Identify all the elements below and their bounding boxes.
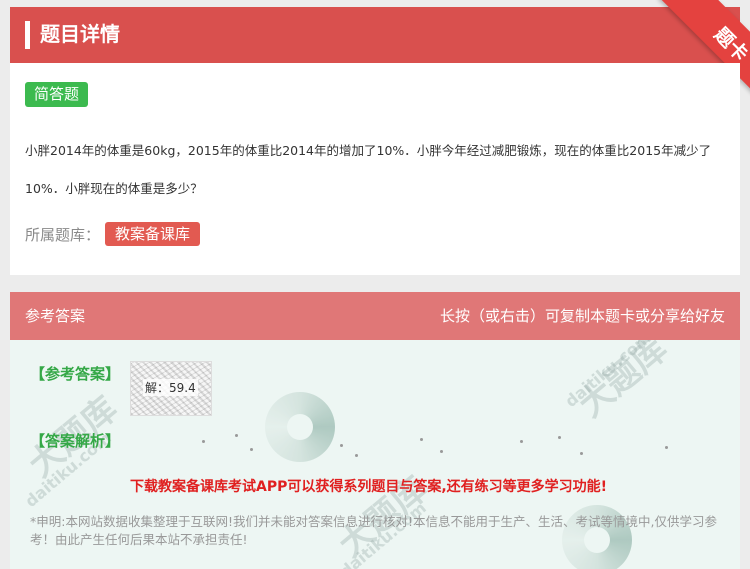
question-card: 简答题 小胖2014年的体重是60kg，2015年的体重比2014年的增加了10…	[10, 63, 740, 275]
question-text: 小胖2014年的体重是60kg，2015年的体重比2014年的增加了10%．小胖…	[25, 143, 712, 196]
reference-answer-title: 【参考答案】	[30, 365, 121, 383]
answer-bar: 参考答案 长按（或右击）可复制本题卡或分享给好友	[10, 292, 740, 340]
bank-link[interactable]: 教案备课库	[105, 222, 201, 246]
bank-label: 所属题库：	[25, 226, 101, 244]
disclaimer: *申明:本网站数据收集整理于互联网!我们并未能对答案信息进行核对!本信息不能用于…	[30, 514, 717, 547]
answer-area: 大题库 daitiku.com 大题库 daitiku.com 大题库 dait…	[10, 340, 740, 569]
share-hint: 长按（或右击）可复制本题卡或分享给好友	[439, 307, 725, 325]
analysis-title: 【答案解析】	[30, 432, 121, 450]
analysis-dots	[190, 432, 690, 462]
page-title: 题目详情	[40, 22, 120, 46]
reference-answer-image: 解：59.4	[130, 361, 212, 416]
title-accent-bar	[25, 21, 30, 49]
answer-bar-title: 参考答案	[25, 307, 86, 325]
page-header: 题目详情	[10, 7, 740, 63]
reference-answer-image-text: 解：59.4	[143, 379, 198, 396]
app-download-promo[interactable]: 下载教案备课库考试APP可以获得系列题目与答案,还有练习等更多学习功能!	[130, 476, 607, 498]
question-type-badge: 简答题	[25, 82, 89, 107]
